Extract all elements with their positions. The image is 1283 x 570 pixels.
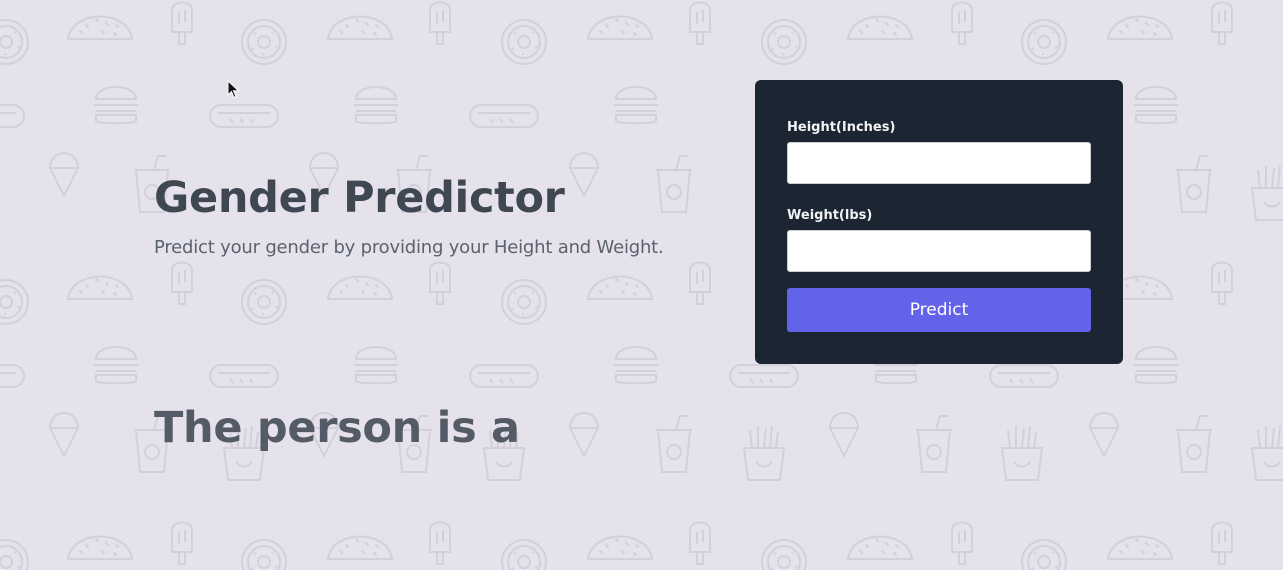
predict-button[interactable]: Predict [787,288,1091,332]
prediction-result: The person is a [154,403,520,453]
page-title: Gender Predictor [154,173,565,223]
prediction-form: Height(Inches) Weight(lbs) Predict [755,80,1123,364]
hero-section: Gender Predictor Predict your gender by … [154,170,664,260]
page-subtitle: Predict your gender by providing your He… [154,237,664,258]
weight-input[interactable] [787,230,1091,272]
mouse-cursor-icon [227,79,241,104]
height-input[interactable] [787,142,1091,184]
height-label: Height(Inches) [787,120,896,135]
weight-label: Weight(lbs) [787,208,873,223]
